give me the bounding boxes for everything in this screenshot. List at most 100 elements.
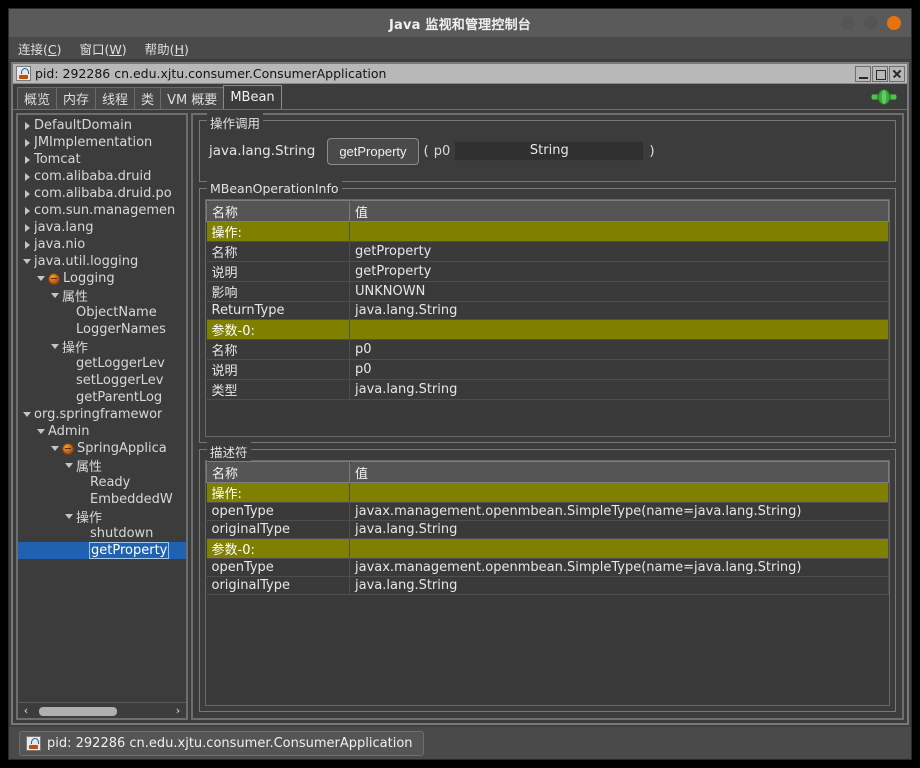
tree-node[interactable]: 操作 [18,338,186,356]
tree-node[interactable]: getProperty [18,542,186,559]
tab-classes[interactable]: 类 [134,87,162,109]
tree-node[interactable]: EmbeddedW [18,491,186,508]
chevron-down-icon[interactable] [20,259,34,264]
tree-node[interactable]: 属性 [18,287,186,305]
table-row[interactable]: 说明 getProperty [206,261,889,282]
col-header-value[interactable]: 值 [349,461,889,483]
chevron-right-icon[interactable] [20,172,34,181]
tree-node[interactable]: org.springframewor [18,406,186,423]
iframe-minimize-button[interactable] [855,65,871,82]
table-row[interactable]: 影响 UNKNOWN [206,281,889,302]
chevron-down-icon[interactable] [62,514,76,519]
status-bar-item[interactable]: pid: 292286 cn.edu.xjtu.consumer.Consume… [19,730,424,756]
tree-node[interactable]: java.lang [18,219,186,236]
tree-node[interactable]: Ready [18,474,186,491]
tree-node[interactable]: setLoggerLev [18,372,186,389]
chevron-down-icon[interactable] [34,429,48,434]
tree-node[interactable]: 操作 [18,508,186,526]
cell-value [349,319,889,340]
chevron-down-icon[interactable] [48,344,62,349]
table-row[interactable]: originalType java.lang.String [206,520,889,539]
tree-node[interactable]: 属性 [18,457,186,475]
table-row[interactable]: openType javax.management.openmbean.Simpl… [206,558,889,577]
iframe-maximize-button[interactable] [872,65,888,82]
scroll-left-arrow-icon[interactable]: ‹ [18,703,34,719]
tab-memory[interactable]: 内存 [56,87,97,109]
table-section-row[interactable]: 操作: [206,221,889,242]
table-row[interactable]: 说明 p0 [206,359,889,380]
tree-node[interactable]: shutdown [18,525,186,542]
menu-bar: 连接(C) 窗口(W) 帮助(H) [9,37,911,60]
col-header-name[interactable]: 名称 [206,200,350,222]
menu-connection[interactable]: 连接(C) [16,38,64,59]
chevron-down-icon[interactable] [62,463,76,468]
chevron-right-icon[interactable] [20,223,34,232]
menu-help[interactable]: 帮助(H) [143,38,191,59]
parameter-input-p0[interactable]: String [454,141,645,161]
tree-horizontal-scrollbar[interactable]: ‹ › [18,702,186,718]
tree-node[interactable]: Logging [18,270,186,287]
tree-node[interactable]: JMImplementation [18,134,186,151]
tree-node-label: 操作 [76,511,103,526]
tree-node[interactable]: getParentLog [18,389,186,406]
chevron-right-icon[interactable] [20,155,34,164]
cell-value: java.lang.String [349,520,889,539]
tab-overview[interactable]: 概览 [17,87,58,109]
mbean-operation-info-table: 名称 值 操作: 名称 getProperty 说明 getProperty 影响 UNKN… [206,200,889,400]
table-section-row[interactable]: 参数-0: [206,538,889,559]
tree-node[interactable]: getLoggerLev [18,355,186,372]
chevron-right-icon[interactable] [20,189,34,198]
tree-node[interactable]: com.alibaba.druid.po [18,185,186,202]
tab-vm-summary[interactable]: VM 概要 [160,87,225,109]
tree-node[interactable]: java.util.logging [18,253,186,270]
descriptor-table: 名称 值 操作: openType javax.management.openmbe… [206,461,889,595]
chevron-right-icon[interactable] [20,240,34,249]
tree-node[interactable]: java.nio [18,236,186,253]
scrollbar-track[interactable] [34,703,170,719]
tree-node[interactable]: Admin [18,423,186,440]
chevron-down-icon[interactable] [34,276,48,281]
scroll-right-arrow-icon[interactable]: › [170,703,186,719]
table-row[interactable]: originalType java.lang.String [206,576,889,595]
table-row[interactable]: 名称 p0 [206,339,889,360]
tree-node[interactable]: SpringApplica [18,440,186,457]
tree-node[interactable]: com.sun.managemen [18,202,186,219]
chevron-down-icon[interactable] [20,412,34,417]
tab-mbean[interactable]: MBean [223,85,282,109]
scrollbar-thumb[interactable] [39,706,117,716]
cell-name: 类型 [206,379,350,400]
minimize-button[interactable] [841,16,855,30]
tree-node-label: getParentLog [76,390,163,405]
internal-frame-title: pid: 292286 cn.edu.xjtu.consumer.Consume… [35,66,387,81]
descriptor-table-wrap: 名称 值 操作: openType javax.management.openmbe… [205,460,890,706]
cell-value: getProperty [349,261,889,282]
chevron-right-icon[interactable] [20,138,34,147]
tree-node[interactable]: LoggerNames [18,321,186,338]
tree-node[interactable]: ObjectName [18,304,186,321]
tab-threads[interactable]: 线程 [95,87,136,109]
chevron-down-icon[interactable] [48,293,62,298]
table-row[interactable]: 类型 java.lang.String [206,379,889,400]
invoke-getproperty-button[interactable]: getProperty [327,137,419,165]
tree-node[interactable]: Tomcat [18,151,186,168]
tree-node[interactable]: com.alibaba.druid [18,168,186,185]
menu-window[interactable]: 窗口(W) [78,38,129,59]
table-header-row: 名称 值 [206,461,889,483]
table-section-row[interactable]: 操作: [206,482,889,503]
mbean-tree[interactable]: DefaultDomain JMImplementation Tomcat com.a… [18,115,186,702]
close-button[interactable] [887,16,901,30]
table-row[interactable]: ReturnType java.lang.String [206,301,889,320]
col-header-name[interactable]: 名称 [206,461,350,483]
col-header-value[interactable]: 值 [349,200,889,222]
internal-frame-titlebar[interactable]: pid: 292286 cn.edu.xjtu.consumer.Consume… [13,64,907,84]
chevron-right-icon[interactable] [20,121,34,130]
tree-node[interactable]: DefaultDomain [18,117,186,134]
table-row[interactable]: 名称 getProperty [206,241,889,262]
chevron-right-icon[interactable] [20,206,34,215]
maximize-button[interactable] [864,16,878,30]
table-section-row[interactable]: 参数-0: [206,319,889,340]
iframe-close-button[interactable] [889,65,905,82]
table-row[interactable]: openType javax.management.openmbean.Simpl… [206,502,889,521]
cell-name: 参数-0: [206,538,350,559]
chevron-down-icon[interactable] [48,446,62,451]
